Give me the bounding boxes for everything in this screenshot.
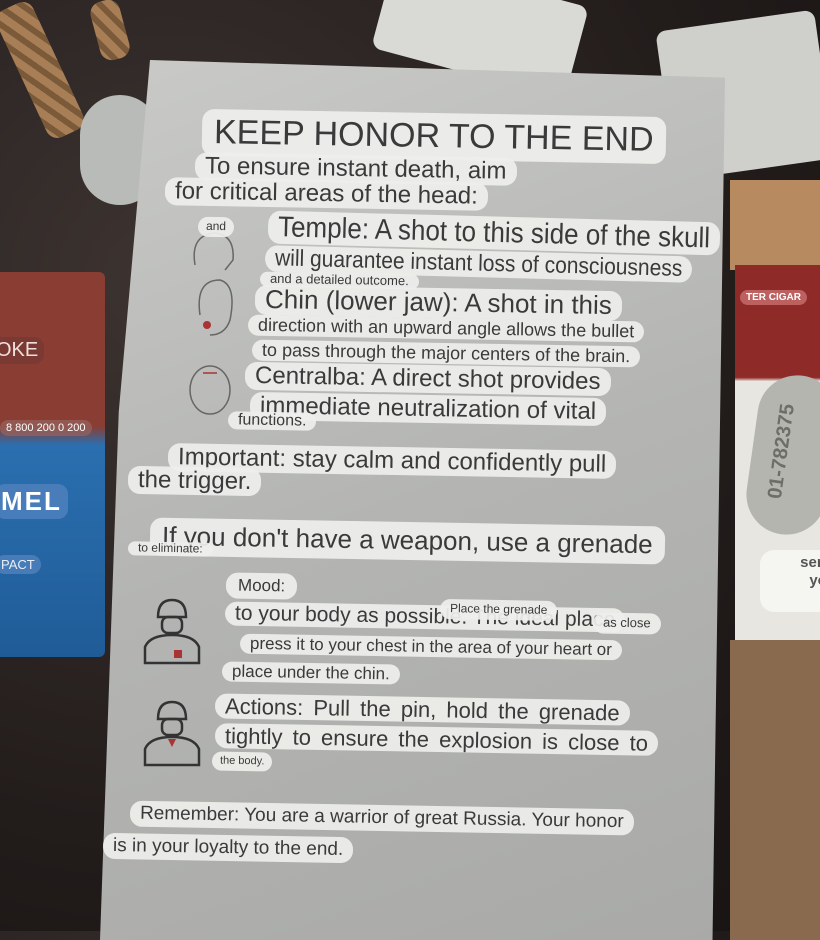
center-line: functions. — [227, 411, 317, 432]
warning-line: ar — [766, 590, 820, 608]
actions-line: the body. — [211, 751, 273, 772]
warning-line: you — [809, 572, 820, 589]
wicker-basket — [730, 180, 820, 270]
pack-label: TER CIGAR — [740, 290, 807, 305]
grenade-line: place under the chin. — [221, 661, 401, 685]
important-line: the trigger. — [127, 465, 262, 496]
pack-warning: serio you ar — [760, 550, 820, 612]
grenade-sub: to eliminate: — [127, 540, 213, 557]
mood-label: Mood: — [225, 572, 298, 600]
head-diagrams-icon — [189, 232, 234, 415]
intro-line: To ensure instant death, aim — [194, 152, 517, 186]
warning-line: serio — [800, 554, 820, 571]
pack-name: MEL — [0, 484, 68, 519]
pack-sub: PACT — [0, 555, 41, 574]
closing-line: is in your loyalty to the end. — [102, 832, 354, 864]
place-label: Place the grenade — [439, 598, 558, 621]
close-label: as close — [592, 612, 661, 635]
wicker-basket — [730, 640, 820, 940]
pack-brand-fragment: OKE — [0, 337, 45, 364]
and-label: and — [197, 216, 235, 238]
soldier-icon — [143, 598, 201, 665]
dog-tag-number: 01-782375 — [763, 402, 799, 501]
rope — [0, 0, 88, 142]
soldier-icon — [143, 700, 201, 767]
pack-phone: 8 800 200 0 200 — [0, 420, 92, 436]
rope — [87, 0, 133, 63]
cigarette-pack-left: OKE 8 800 200 0 200 MEL PACT — [0, 272, 105, 657]
